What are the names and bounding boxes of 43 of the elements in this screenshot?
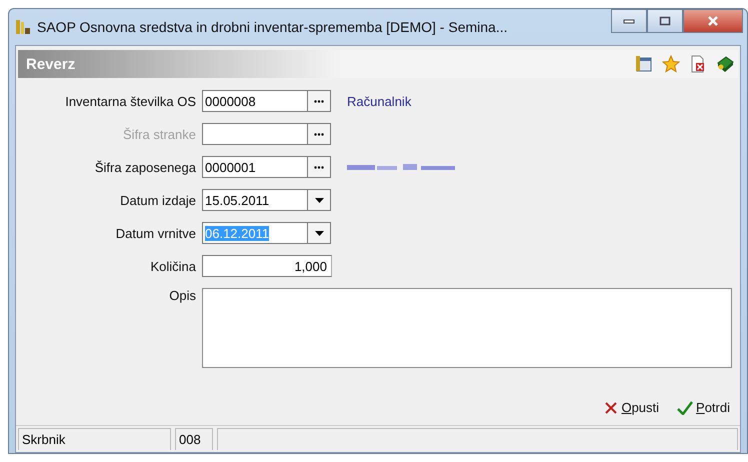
close-button[interactable] [683, 9, 743, 33]
browse-button[interactable] [307, 90, 331, 112]
book-icon[interactable] [716, 55, 734, 73]
maximize-button[interactable] [647, 9, 683, 33]
panel-title: Reverz [26, 56, 76, 72]
caret-icon [314, 198, 324, 202]
cross-icon [604, 400, 618, 414]
input-field[interactable]: 0000008 [202, 90, 307, 112]
status-field: 008 [175, 428, 213, 450]
ellipsis-icon [314, 132, 324, 136]
maximize-icon [659, 16, 671, 26]
field-label: Opis [168, 288, 196, 303]
checkmark-icon [677, 400, 694, 414]
description-field[interactable] [202, 288, 732, 368]
field-label: Inventarna številka OS [64, 94, 196, 108]
field-label: Datum izdaje [119, 192, 196, 208]
field-label: Datum vrnitve [114, 226, 196, 240]
calendar-icon[interactable] [635, 55, 653, 73]
browse-button[interactable] [307, 156, 331, 178]
app-icon [15, 19, 31, 35]
ellipsis-icon [314, 166, 324, 168]
field-label: Šifra zaposenega [94, 160, 196, 174]
dialog-button[interactable]: Opusti [602, 398, 662, 417]
close-icon [707, 16, 719, 26]
caret-icon [314, 230, 324, 236]
field-label: Šifra stranke [122, 126, 196, 142]
input-field[interactable] [202, 123, 307, 145]
star-icon[interactable] [662, 55, 680, 73]
quantity-field[interactable]: 1,000 [202, 255, 332, 277]
dialog-button[interactable]: Potrdi [675, 398, 732, 417]
minimize-icon [623, 18, 635, 24]
field-label: Količina [149, 258, 196, 274]
window-title: SAOP Osnovna sredstva in drobni inventar-sprememba [DEMO] - Semina... [37, 19, 508, 35]
status-field: Skrbnik [18, 428, 171, 450]
field-description: Računalnik [347, 94, 412, 108]
delete-document-icon[interactable] [689, 55, 707, 73]
browse-button[interactable] [307, 123, 331, 145]
ellipsis-icon [314, 100, 324, 102]
input-field[interactable]: 0000001 [202, 156, 307, 178]
dropdown-button[interactable] [307, 189, 331, 211]
minimize-button[interactable] [611, 9, 647, 33]
dropdown-button[interactable] [307, 222, 331, 244]
date-field[interactable]: 15.05.2011 [202, 189, 307, 211]
